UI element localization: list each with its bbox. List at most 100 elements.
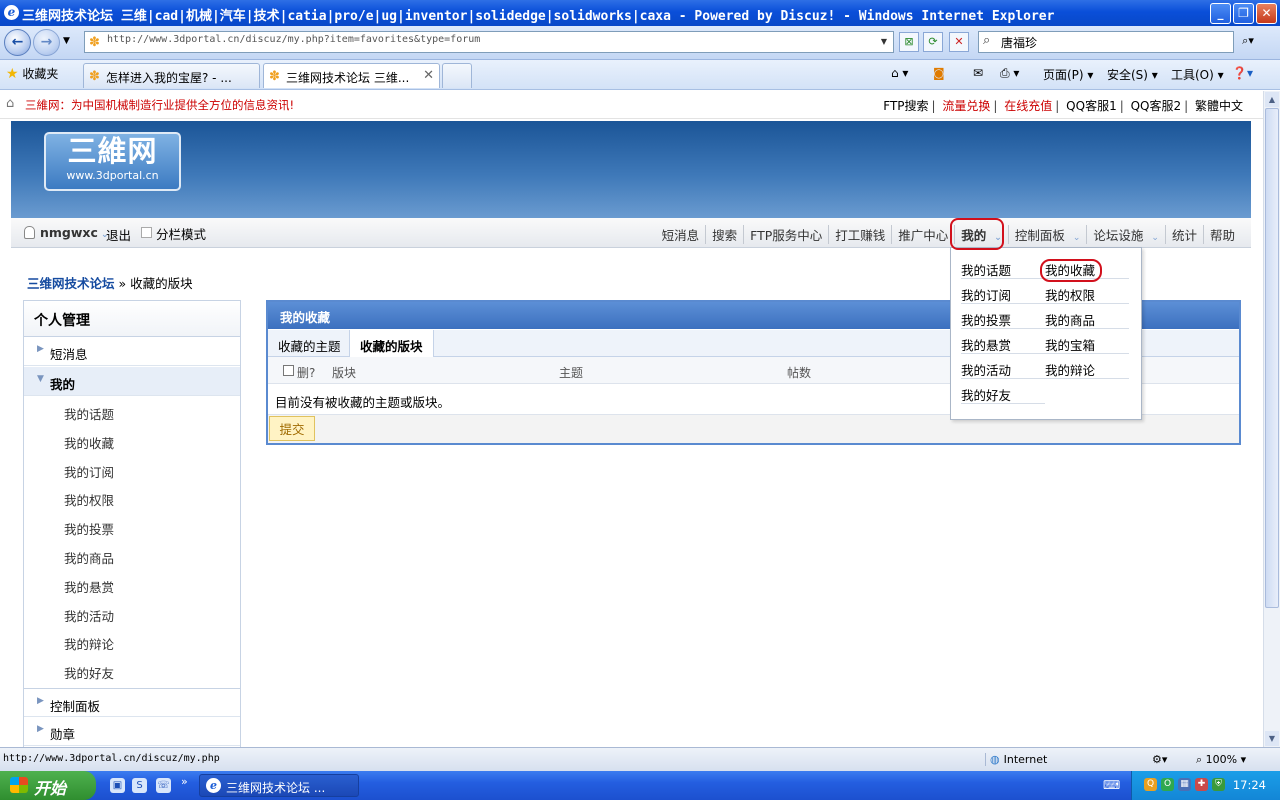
- page-menu[interactable]: 页面(P) ▾: [1043, 66, 1093, 83]
- sidebar-item-my-polls[interactable]: 我的投票: [64, 519, 114, 538]
- sidebar-item-my-goods[interactable]: 我的商品: [64, 548, 114, 567]
- quicklaunch-more-icon[interactable]: »: [181, 775, 188, 788]
- menu-item-my-goods[interactable]: 我的商品: [1045, 304, 1129, 329]
- nav-mine[interactable]: 我的 ⌄: [954, 225, 1008, 244]
- page-scrollbar[interactable]: ▲ ▼: [1263, 91, 1280, 747]
- security-zone: ◍ Internet: [985, 753, 1145, 766]
- nav-ftp-service[interactable]: FTP服务中心: [743, 225, 828, 244]
- logout-link[interactable]: 退出: [106, 225, 131, 244]
- shield-tray-icon[interactable]: ⛨: [1212, 778, 1225, 791]
- site-logo[interactable]: 三維网 www.3dportal.cn: [44, 132, 181, 191]
- quicklaunch-media-icon[interactable]: ☏: [156, 778, 171, 793]
- close-button[interactable]: ✕: [1256, 3, 1277, 24]
- scroll-up-icon[interactable]: ▲: [1265, 92, 1279, 107]
- top-link-qq-service-2[interactable]: QQ客服2: [1131, 99, 1182, 113]
- zoom-control[interactable]: ⌕ 100% ▾: [1196, 753, 1246, 767]
- tools-menu[interactable]: 工具(O) ▾: [1171, 66, 1224, 83]
- site-top-bar: ⌂ 三維网：为中国机械制造行业提供全方位的信息资讯! FTP搜索 | 流量兑换 | …: [0, 91, 1263, 119]
- sidebar-item-my-permissions[interactable]: 我的权限: [64, 490, 114, 509]
- network-tray-icon[interactable]: ▦: [1178, 778, 1191, 791]
- top-link-qq-service-1[interactable]: QQ客服1: [1066, 99, 1117, 113]
- menu-item-my-favorites[interactable]: 我的收藏: [1045, 254, 1129, 279]
- help-icon[interactable]: ❓▾: [1232, 66, 1253, 80]
- split-mode-checkbox[interactable]: [141, 227, 152, 238]
- quicklaunch-desktop-icon[interactable]: ▣: [110, 778, 125, 793]
- submit-button[interactable]: 提交: [269, 416, 315, 441]
- keyboard-icon[interactable]: ⌨: [1103, 778, 1120, 792]
- top-link-ftp-search[interactable]: FTP搜索: [883, 99, 928, 113]
- browser-tab-1[interactable]: ✽ 怎样进入我的宝屋? - ...: [83, 63, 260, 88]
- sidebar-item-my-topics[interactable]: 我的话题: [64, 404, 114, 423]
- menu-item-my-friends[interactable]: 我的好友: [961, 379, 1045, 404]
- scroll-down-icon[interactable]: ▼: [1265, 731, 1279, 746]
- sidebar-item-my-activities[interactable]: 我的活动: [64, 606, 114, 625]
- nav-stats[interactable]: 统计: [1164, 225, 1203, 244]
- forward-button[interactable]: →: [33, 29, 60, 56]
- menu-item-my-activities[interactable]: 我的活动: [961, 354, 1045, 379]
- sidebar-group-medals[interactable]: ▶ 勋章: [24, 717, 240, 746]
- favorites-button[interactable]: ★ 收藏夹: [6, 65, 58, 82]
- sidebar-group-messages[interactable]: ▶ 短消息: [24, 337, 240, 366]
- sidebar-item-my-friends[interactable]: 我的好友: [64, 663, 114, 682]
- top-link-recharge[interactable]: 在线充值: [1004, 99, 1052, 113]
- search-go-icon[interactable]: ⌕▾: [1238, 32, 1258, 52]
- menu-item-my-permissions[interactable]: 我的权限: [1045, 279, 1129, 304]
- safety-menu[interactable]: 安全(S) ▾: [1107, 66, 1158, 83]
- home-icon[interactable]: ⌂ ▾: [891, 66, 908, 80]
- tab-favorite-forums[interactable]: 收藏的版块: [349, 330, 434, 358]
- select-all-checkbox[interactable]: [283, 365, 294, 376]
- security-tray-icon[interactable]: ✚: [1195, 778, 1208, 791]
- menu-item-my-subscriptions[interactable]: 我的订阅: [961, 279, 1045, 304]
- nav-promotion[interactable]: 推广中心: [891, 225, 954, 244]
- breadcrumb-current: 收藏的版块: [130, 276, 193, 291]
- menu-item-my-polls[interactable]: 我的投票: [961, 304, 1045, 329]
- new-tab-button[interactable]: [442, 63, 472, 88]
- menu-item-my-treasure[interactable]: 我的宝箱: [1045, 329, 1129, 354]
- nav-search[interactable]: 搜索: [705, 225, 743, 244]
- sidebar-item-my-subscriptions[interactable]: 我的订阅: [64, 462, 114, 481]
- nav-forum-tools[interactable]: 论坛设施 ⌄: [1086, 225, 1165, 244]
- quicklaunch-app-icon[interactable]: S: [132, 778, 147, 793]
- nav-help[interactable]: 帮助: [1202, 225, 1241, 244]
- url-input[interactable]: [107, 34, 867, 45]
- top-link-traditional-chinese[interactable]: 繁體中文: [1195, 99, 1243, 113]
- sidebar-group-mine[interactable]: ▼ 我的: [24, 367, 240, 396]
- protected-mode-icon[interactable]: ⚙▾: [1152, 753, 1167, 766]
- url-dropdown-icon[interactable]: ▼: [877, 34, 891, 50]
- breadcrumb-home-link[interactable]: 三维网技术论坛: [27, 276, 115, 291]
- feeds-icon[interactable]: ◙: [933, 66, 945, 80]
- home-icon[interactable]: ⌂: [6, 96, 14, 111]
- compatibility-icon[interactable]: ⊠: [899, 32, 919, 52]
- history-dropdown-icon[interactable]: ▼: [63, 36, 70, 46]
- address-field[interactable]: ✽ ▼: [84, 31, 894, 53]
- browser-tab-2[interactable]: ✽ 三维网技术论坛 三维... ✕: [263, 63, 440, 88]
- maximize-button[interactable]: ❐: [1233, 3, 1254, 24]
- sidebar-group-control-panel[interactable]: ▶ 控制面板: [24, 688, 240, 717]
- qq-tray-icon[interactable]: Q: [1144, 778, 1157, 791]
- menu-item-my-rewards[interactable]: 我的悬赏: [961, 329, 1045, 354]
- search-field[interactable]: ⌕: [978, 31, 1234, 53]
- scroll-thumb[interactable]: [1265, 108, 1279, 608]
- stop-icon[interactable]: ✕: [949, 32, 969, 52]
- menu-item-my-debates[interactable]: 我的辩论: [1045, 354, 1129, 379]
- sidebar-item-my-rewards[interactable]: 我的悬赏: [64, 577, 114, 596]
- nav-control-panel[interactable]: 控制面板 ⌄: [1007, 225, 1087, 244]
- nav-messages[interactable]: 短消息: [656, 225, 706, 244]
- username-menu[interactable]: nmgwxc ⌄: [40, 225, 109, 240]
- nav-work-earn[interactable]: 打工赚钱: [828, 225, 891, 244]
- top-link-traffic-exchange[interactable]: 流量兑换: [942, 99, 990, 113]
- sidebar-item-my-favorites[interactable]: 我的收藏: [64, 433, 114, 452]
- mail-icon[interactable]: ✉: [973, 66, 983, 80]
- start-button[interactable]: 开始: [0, 771, 96, 800]
- sidebar-item-my-debates[interactable]: 我的辩论: [64, 634, 114, 653]
- search-input[interactable]: [1001, 35, 1221, 49]
- tab-favorite-topics[interactable]: 收藏的主题: [268, 330, 351, 357]
- print-icon[interactable]: ⎙ ▾: [1000, 66, 1019, 81]
- minimize-button[interactable]: _: [1210, 3, 1231, 24]
- menu-item-my-topics[interactable]: 我的话题: [961, 254, 1045, 279]
- taskbar-ie-window[interactable]: e 三维网技术论坛 ...: [199, 774, 359, 797]
- refresh-icon[interactable]: ⟳: [923, 32, 943, 52]
- tab-close-icon[interactable]: ✕: [423, 68, 434, 83]
- back-button[interactable]: ←: [4, 29, 31, 56]
- green-tray-icon[interactable]: O: [1161, 778, 1174, 791]
